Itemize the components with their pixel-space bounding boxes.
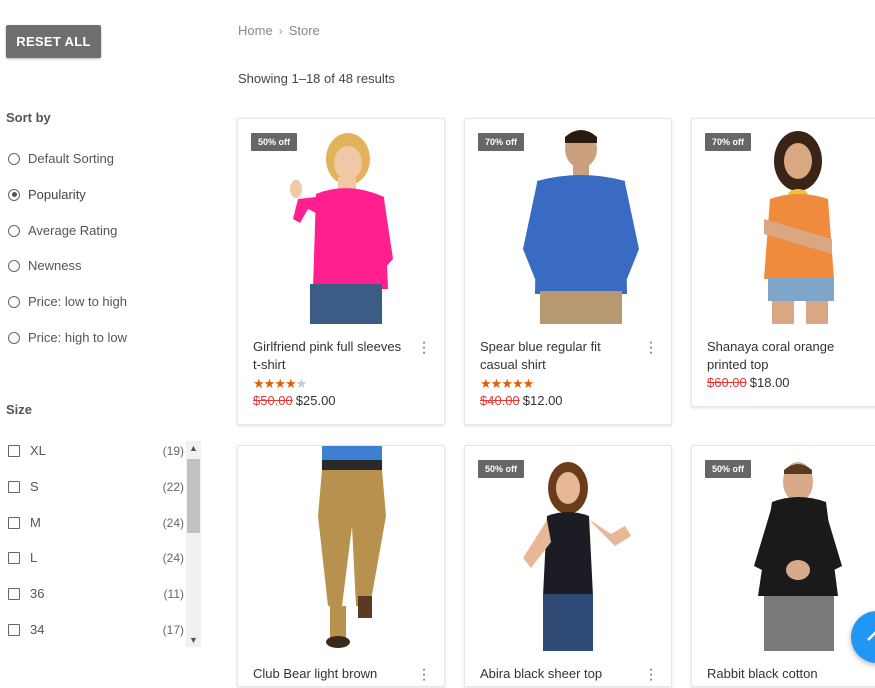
checkbox-icon[interactable] <box>8 444 20 457</box>
size-count: (24) <box>162 550 184 565</box>
rating-stars: ★★★★★ <box>480 376 535 392</box>
arrow-up-icon <box>867 631 875 641</box>
sort-option-label: Default Sorting <box>28 151 114 166</box>
size-label: XL <box>30 443 46 458</box>
checkbox-icon[interactable] <box>8 623 20 636</box>
radio-icon[interactable] <box>8 331 20 344</box>
star-filled-icon: ★ <box>480 376 492 391</box>
product-name[interactable]: Rabbit black cotton <box>707 665 857 683</box>
size-count: (24) <box>162 515 184 530</box>
radio-icon[interactable] <box>8 259 20 272</box>
star-filled-icon: ★ <box>253 376 265 391</box>
discount-badge: 50% off <box>705 460 752 478</box>
sort-option-label: Price: low to high <box>28 294 127 309</box>
product-name[interactable]: Shanaya coral orange printed top <box>707 338 857 374</box>
product-card[interactable]: 70% off Spear blue regular fit casual sh… <box>464 118 672 425</box>
discount-badge: 70% off <box>705 133 752 151</box>
size-label: 36 <box>30 586 45 601</box>
size-count: (11) <box>163 586 184 601</box>
sort-option-label: Popularity <box>28 187 86 202</box>
size-list-scrollbar[interactable]: ▲ ▼ <box>186 441 201 647</box>
radio-icon[interactable] <box>8 295 20 308</box>
old-price: $60.00 <box>707 375 747 390</box>
more-vert-icon[interactable]: ··· <box>647 335 655 361</box>
size-option-s[interactable]: S (22) <box>8 479 184 494</box>
price: $60.00 $18.00 <box>707 375 790 390</box>
product-card[interactable]: 50% off Abira black sheer top · · · <box>464 445 672 688</box>
sale-price: $12.00 <box>522 393 563 408</box>
rating-stars: ★★★★★ <box>253 376 308 392</box>
radio-icon[interactable] <box>8 224 20 237</box>
sale-price: $18.00 <box>749 375 790 390</box>
size-filter-list[interactable]: XL (19) S (22) M (24) L (24) 36 (11) 34 … <box>0 440 203 648</box>
sort-option-label: Price: high to low <box>28 330 127 345</box>
size-label: M <box>30 515 41 530</box>
sort-option-price-high-low[interactable]: Price: high to low <box>8 330 127 345</box>
star-filled-icon: ★ <box>284 376 297 391</box>
sort-option-average-rating[interactable]: Average Rating <box>8 223 117 238</box>
product-image[interactable] <box>238 446 444 651</box>
scrollbar-thumb[interactable] <box>187 459 200 533</box>
sort-option-popularity[interactable]: Popularity <box>8 187 86 202</box>
star-filled-icon: ★ <box>490 376 503 391</box>
sort-option-default[interactable]: Default Sorting <box>8 151 114 166</box>
checkbox-icon[interactable] <box>8 587 20 600</box>
star-filled-icon: ★ <box>522 376 535 391</box>
checkbox-icon[interactable] <box>8 551 20 564</box>
radio-selected-icon[interactable] <box>8 188 20 201</box>
sort-option-newness[interactable]: Newness <box>8 258 81 273</box>
price: $40.00 $12.00 <box>480 393 563 408</box>
star-filled-icon: ★ <box>274 376 286 391</box>
results-count: Showing 1–18 of 48 results <box>238 71 395 86</box>
chevron-right-icon: › <box>278 23 283 38</box>
radio-icon[interactable] <box>8 152 20 165</box>
size-option-34[interactable]: 34 (17) <box>8 622 184 637</box>
sort-option-label: Average Rating <box>28 223 118 238</box>
breadcrumb-home-link[interactable]: Home <box>238 23 273 38</box>
checkbox-icon[interactable] <box>8 516 20 529</box>
size-option-m[interactable]: M (24) <box>8 515 184 530</box>
product-name[interactable]: Spear blue regular fit casual shirt <box>480 338 630 374</box>
product-name[interactable]: Abira black sheer top <box>480 665 630 683</box>
size-option-36[interactable]: 36 (11) <box>8 586 184 601</box>
old-price: $50.00 <box>253 393 293 408</box>
scroll-up-arrow-icon[interactable]: ▲ <box>186 441 201 455</box>
breadcrumb: Home › Store <box>238 23 320 38</box>
size-label: S <box>30 479 39 494</box>
more-vert-icon[interactable]: ··· <box>420 335 428 361</box>
discount-badge: 50% off <box>478 460 525 478</box>
size-label: 34 <box>30 622 45 637</box>
star-empty-icon: ★ <box>295 376 308 391</box>
old-price: $40.00 <box>480 393 520 408</box>
product-name[interactable]: Girlfriend pink full sleeves t-shirt <box>253 338 403 374</box>
product-name[interactable]: Club Bear light brown <box>253 665 403 683</box>
price: $50.00 $25.00 <box>253 393 336 408</box>
size-count: (19) <box>162 443 184 458</box>
discount-badge: 70% off <box>478 133 525 151</box>
discount-badge: 50% off <box>251 133 298 151</box>
reset-all-button[interactable]: RESET ALL <box>6 25 101 58</box>
scroll-down-arrow-icon[interactable]: ▼ <box>186 633 201 647</box>
size-option-xl[interactable]: XL (19) <box>8 443 184 458</box>
sort-option-price-low-high[interactable]: Price: low to high <box>8 294 127 309</box>
product-card[interactable]: 50% off Rabbit black cotton <box>691 445 875 687</box>
size-heading: Size <box>6 402 33 417</box>
size-count: (22) <box>162 479 184 494</box>
size-option-l[interactable]: L (24) <box>8 550 184 565</box>
sort-option-label: Newness <box>28 258 82 273</box>
breadcrumb-current: Store <box>288 23 320 38</box>
checkbox-icon[interactable] <box>8 480 20 493</box>
star-filled-icon: ★ <box>511 376 524 391</box>
sale-price: $25.00 <box>295 393 336 408</box>
product-card[interactable]: 70% off Shanaya coral orange printed top… <box>691 118 875 407</box>
sort-by-heading: Sort by <box>6 110 51 125</box>
product-card[interactable]: 50% off Girlfriend pink full sleeves t-s… <box>237 118 445 425</box>
star-filled-icon: ★ <box>263 376 276 391</box>
size-count: (17) <box>162 622 184 637</box>
star-filled-icon: ★ <box>501 376 513 391</box>
product-card[interactable]: Club Bear light brown · · · <box>237 445 445 688</box>
size-label: L <box>30 550 38 565</box>
